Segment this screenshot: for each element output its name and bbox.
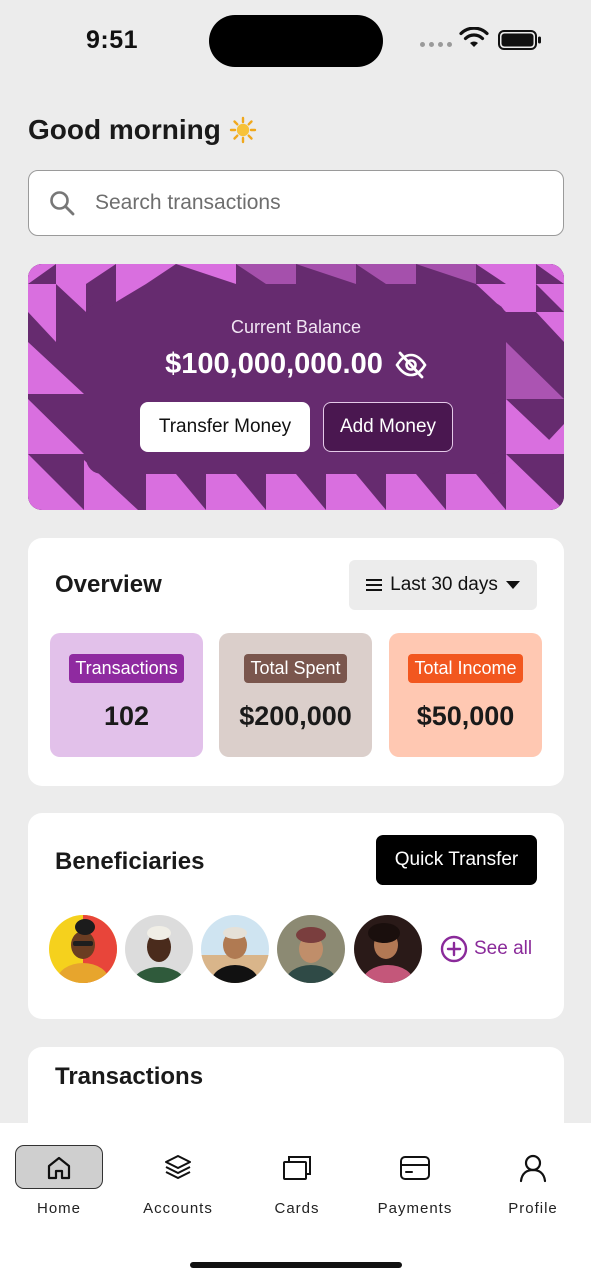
avatar[interactable] xyxy=(277,915,345,983)
search-bar[interactable] xyxy=(28,170,564,236)
battery-icon xyxy=(498,30,541,50)
status-time: 9:51 xyxy=(86,26,139,54)
tab-label: Home xyxy=(36,1200,81,1217)
quick-transfer-button[interactable]: Quick Transfer xyxy=(376,835,537,885)
tab-home[interactable]: Home xyxy=(9,1145,109,1217)
see-all-label: See all xyxy=(474,938,533,959)
home-indicator xyxy=(190,1262,402,1268)
tab-accounts[interactable]: Accounts xyxy=(128,1145,228,1217)
balance-amount: $100,000,000.00 xyxy=(165,348,383,380)
tab-payments[interactable]: Payments xyxy=(365,1145,465,1217)
menu-lines-icon xyxy=(366,579,383,591)
tab-label: Payments xyxy=(377,1200,453,1217)
stat-total-spent: Total Spent $200,000 xyxy=(219,633,372,757)
tab-profile[interactable]: Profile xyxy=(483,1145,583,1217)
tab-label: Profile xyxy=(508,1200,558,1217)
search-icon xyxy=(50,191,75,216)
stat-total-income: Total Income $50,000 xyxy=(389,633,542,757)
avatar[interactable] xyxy=(354,915,422,983)
person-icon xyxy=(519,1154,547,1183)
sun-icon xyxy=(229,116,257,144)
tab-bar: Home Accounts Cards Payments Profile xyxy=(0,1123,591,1280)
wifi-icon xyxy=(459,27,489,47)
balance-card-pattern xyxy=(28,264,564,510)
stat-label: Total Income xyxy=(408,654,523,683)
transactions-title: Transactions xyxy=(55,1063,204,1090)
tab-label: Cards xyxy=(274,1200,320,1217)
eye-slash-icon[interactable] xyxy=(395,351,427,379)
greeting-heading: Good morning xyxy=(28,114,257,146)
payment-card-icon xyxy=(400,1156,430,1180)
see-all-link[interactable]: See all xyxy=(440,935,532,963)
tab-cards[interactable]: Cards xyxy=(247,1145,347,1217)
date-range-dropdown[interactable]: Last 30 days xyxy=(349,560,537,610)
overview-title: Overview xyxy=(55,571,162,598)
overview-card: Overview Last 30 days Transactions 102 T… xyxy=(28,538,564,786)
stat-value: $50,000 xyxy=(416,701,515,731)
search-input[interactable] xyxy=(95,191,525,215)
stat-label: Transactions xyxy=(69,654,184,683)
date-range-label: Last 30 days xyxy=(390,574,498,595)
dynamic-island xyxy=(209,15,383,67)
balance-card: Current Balance $100,000,000.00 Transfer… xyxy=(28,264,564,510)
avatar[interactable] xyxy=(201,915,269,983)
balance-amount-row: $100,000,000.00 xyxy=(28,348,564,381)
caret-down-icon xyxy=(505,581,520,589)
tab-label: Accounts xyxy=(143,1200,213,1217)
stat-transactions: Transactions 102 xyxy=(50,633,203,757)
beneficiaries-title: Beneficiaries xyxy=(55,848,205,875)
plus-circle-icon xyxy=(440,935,468,963)
stat-value: $200,000 xyxy=(239,701,352,731)
balance-label: Current Balance xyxy=(230,317,362,337)
stat-label: Total Spent xyxy=(244,654,347,683)
home-icon xyxy=(47,1156,71,1180)
greeting-text: Good morning xyxy=(28,114,221,145)
add-money-button[interactable]: Add Money xyxy=(323,402,453,452)
signal-icon xyxy=(420,42,452,47)
cards-icon xyxy=(283,1156,311,1180)
avatar[interactable] xyxy=(125,915,193,983)
stat-value: 102 xyxy=(103,701,150,731)
transfer-money-button[interactable]: Transfer Money xyxy=(140,402,310,452)
status-bar: 9:51 xyxy=(0,0,591,80)
beneficiaries-card: Beneficiaries Quick Transfer See all xyxy=(28,813,564,1019)
avatar[interactable] xyxy=(49,915,117,983)
layers-icon xyxy=(165,1155,191,1179)
